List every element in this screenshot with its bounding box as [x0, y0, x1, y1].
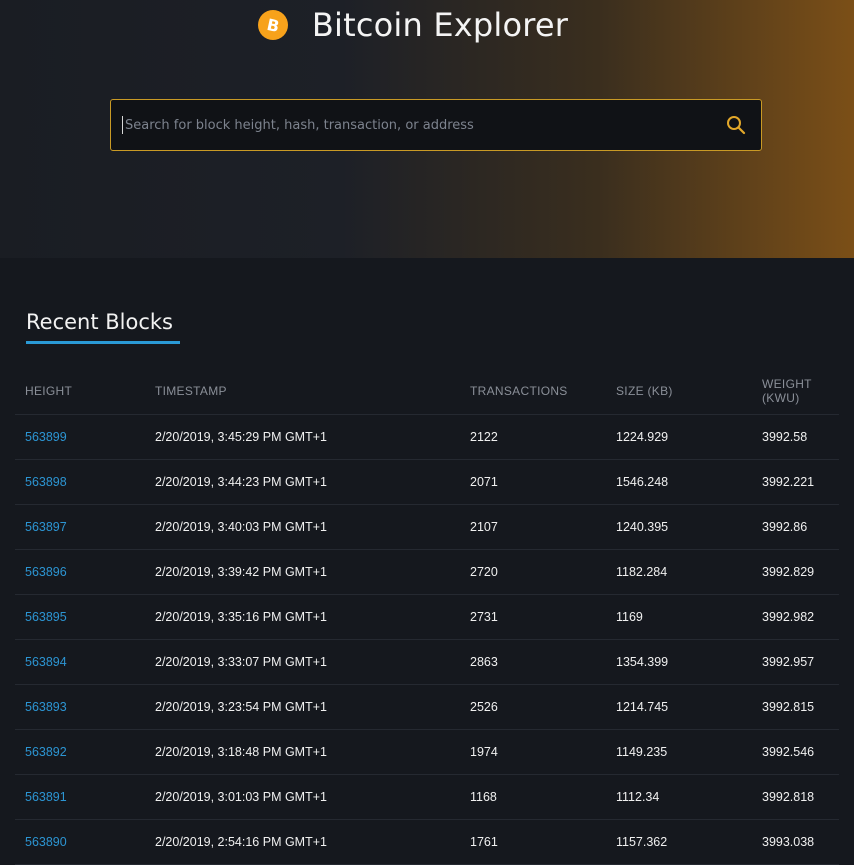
- block-transactions: 2863: [460, 639, 606, 685]
- block-timestamp: 2/20/2019, 3:45:29 PM GMT+1: [145, 414, 460, 460]
- column-header-height: HEIGHT: [15, 368, 145, 415]
- column-header-weight: WEIGHT (KWU): [752, 368, 839, 415]
- table-row: 563891 2/20/2019, 3:01:03 PM GMT+1 1168 …: [15, 774, 839, 820]
- block-height-link[interactable]: 563898: [15, 459, 145, 505]
- block-height-link[interactable]: 563893: [15, 684, 145, 730]
- block-timestamp: 2/20/2019, 3:33:07 PM GMT+1: [145, 639, 460, 685]
- bitcoin-logo-icon[interactable]: B: [257, 10, 288, 40]
- block-timestamp: 2/20/2019, 3:44:23 PM GMT+1: [145, 459, 460, 505]
- block-transactions: 1168: [460, 774, 606, 820]
- block-height-link[interactable]: 563891: [15, 774, 145, 820]
- block-size: 1112.34: [606, 774, 752, 820]
- recent-blocks-title: Recent Blocks: [26, 310, 173, 334]
- block-transactions: 1974: [460, 729, 606, 775]
- table-row: 563898 2/20/2019, 3:44:23 PM GMT+1 2071 …: [15, 459, 839, 505]
- block-timestamp: 2/20/2019, 3:23:54 PM GMT+1: [145, 684, 460, 730]
- block-height-link[interactable]: 563894: [15, 639, 145, 685]
- column-header-timestamp: TIMESTAMP: [145, 368, 460, 415]
- block-timestamp: 2/20/2019, 3:40:03 PM GMT+1: [145, 504, 460, 550]
- block-size: 1169: [606, 594, 752, 640]
- block-transactions: 2526: [460, 684, 606, 730]
- block-height-link[interactable]: 563897: [15, 504, 145, 550]
- block-size: 1354.399: [606, 639, 752, 685]
- table-row: 563890 2/20/2019, 2:54:16 PM GMT+1 1761 …: [15, 819, 839, 865]
- table-row: 563892 2/20/2019, 3:18:48 PM GMT+1 1974 …: [15, 729, 839, 775]
- block-timestamp: 2/20/2019, 3:01:03 PM GMT+1: [145, 774, 460, 820]
- table-row: 563893 2/20/2019, 3:23:54 PM GMT+1 2526 …: [15, 684, 839, 730]
- search-button[interactable]: [711, 101, 761, 149]
- app-title[interactable]: Bitcoin Explorer: [312, 6, 568, 44]
- hero-header: B Bitcoin Explorer: [0, 0, 854, 258]
- bitcoin-logo-glyph: B: [264, 14, 281, 36]
- block-height-link[interactable]: 563899: [15, 414, 145, 460]
- table-row: 563897 2/20/2019, 3:40:03 PM GMT+1 2107 …: [15, 504, 839, 550]
- block-size: 1224.929: [606, 414, 752, 460]
- table-row: 563899 2/20/2019, 3:45:29 PM GMT+1 2122 …: [15, 414, 839, 460]
- block-size: 1546.248: [606, 459, 752, 505]
- block-height-link[interactable]: 563892: [15, 729, 145, 775]
- block-weight: 3992.546: [752, 729, 839, 775]
- block-weight: 3992.829: [752, 549, 839, 595]
- block-transactions: 2107: [460, 504, 606, 550]
- search-input[interactable]: [122, 116, 711, 134]
- brand: B Bitcoin Explorer: [0, 4, 854, 46]
- block-height-link[interactable]: 563896: [15, 549, 145, 595]
- block-weight: 3992.982: [752, 594, 839, 640]
- search-icon: [727, 116, 746, 135]
- block-timestamp: 2/20/2019, 2:54:16 PM GMT+1: [145, 819, 460, 865]
- block-weight: 3992.58: [752, 414, 839, 460]
- block-size: 1149.235: [606, 729, 752, 775]
- table-header-row: HEIGHT TIMESTAMP TRANSACTIONS SIZE (KB) …: [15, 368, 839, 415]
- block-transactions: 2071: [460, 459, 606, 505]
- block-height-link[interactable]: 563890: [15, 819, 145, 865]
- block-height-link[interactable]: 563895: [15, 594, 145, 640]
- block-timestamp: 2/20/2019, 3:39:42 PM GMT+1: [145, 549, 460, 595]
- block-timestamp: 2/20/2019, 3:35:16 PM GMT+1: [145, 594, 460, 640]
- recent-blocks-table: HEIGHT TIMESTAMP TRANSACTIONS SIZE (KB) …: [15, 368, 839, 865]
- block-transactions: 2720: [460, 549, 606, 595]
- section-underline: [26, 341, 180, 344]
- block-size: 1214.745: [606, 684, 752, 730]
- block-transactions: 2731: [460, 594, 606, 640]
- table-row: 563895 2/20/2019, 3:35:16 PM GMT+1 2731 …: [15, 594, 839, 640]
- block-weight: 3992.818: [752, 774, 839, 820]
- table-row: 563894 2/20/2019, 3:33:07 PM GMT+1 2863 …: [15, 639, 839, 685]
- block-weight: 3992.957: [752, 639, 839, 685]
- block-transactions: 1761: [460, 819, 606, 865]
- block-weight: 3992.221: [752, 459, 839, 505]
- block-weight: 3993.038: [752, 819, 839, 865]
- block-weight: 3992.86: [752, 504, 839, 550]
- block-size: 1240.395: [606, 504, 752, 550]
- block-size: 1182.284: [606, 549, 752, 595]
- block-weight: 3992.815: [752, 684, 839, 730]
- block-transactions: 2122: [460, 414, 606, 460]
- column-header-size: SIZE (KB): [606, 368, 752, 415]
- table-row: 563896 2/20/2019, 3:39:42 PM GMT+1 2720 …: [15, 549, 839, 595]
- search-bar: [110, 99, 762, 151]
- column-header-transactions: TRANSACTIONS: [460, 368, 606, 415]
- block-timestamp: 2/20/2019, 3:18:48 PM GMT+1: [145, 729, 460, 775]
- block-size: 1157.362: [606, 819, 752, 865]
